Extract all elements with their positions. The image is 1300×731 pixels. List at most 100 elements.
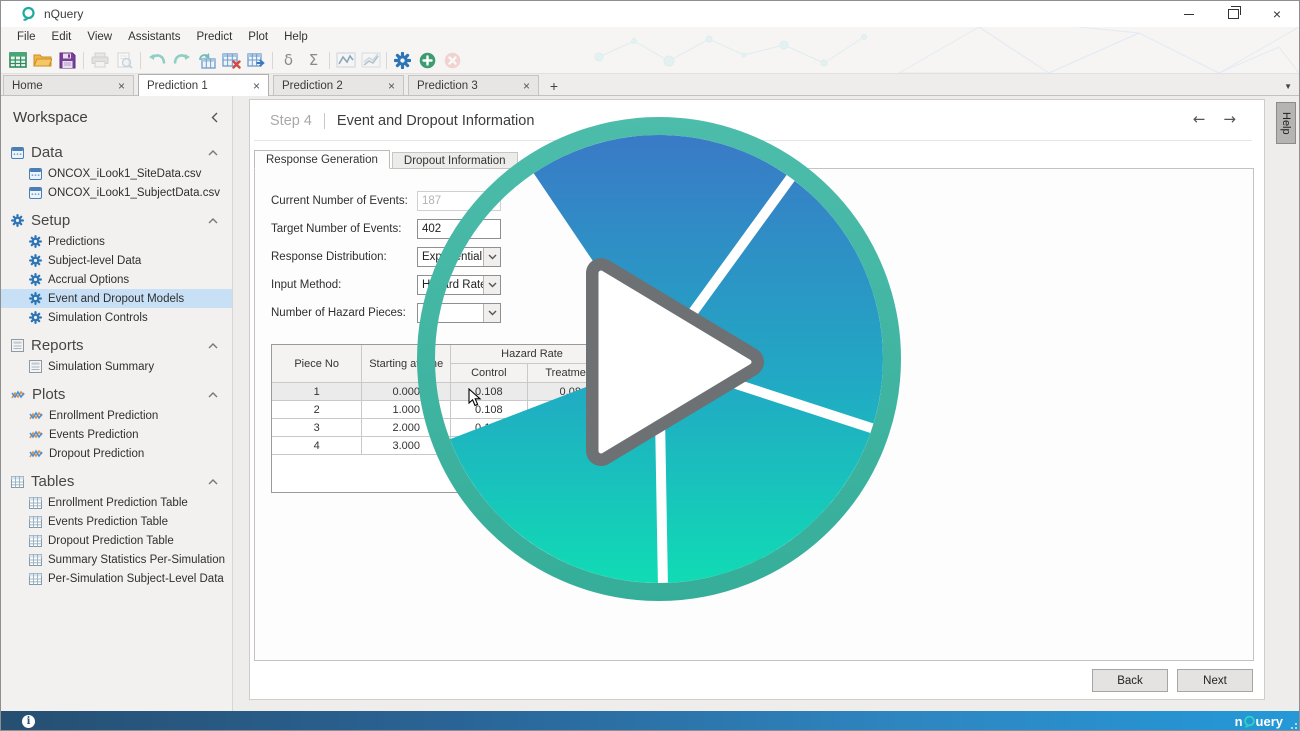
sidebar-item-dropout-prediction-table[interactable]: Dropout Prediction Table	[1, 531, 232, 550]
tab-prediction-2[interactable]: Prediction 2×	[273, 75, 404, 95]
sidebar-item-simulation-controls[interactable]: Simulation Controls	[1, 308, 232, 327]
input-method-select[interactable]: Hazard Rates	[417, 275, 501, 295]
menu-predict[interactable]: Predict	[189, 29, 241, 45]
response-distribution-select[interactable]: Exponential	[417, 247, 501, 267]
window-title: nQuery	[44, 7, 83, 21]
open-file-icon[interactable]	[30, 49, 55, 71]
menu-file[interactable]: File	[9, 29, 44, 45]
delete-table-icon[interactable]	[219, 49, 244, 71]
target-number-of-events-input[interactable]: 402	[417, 219, 501, 239]
sidebar-section-header-reports[interactable]: Reports	[1, 334, 232, 357]
sidebar-item-per-simulation-subject-level-data[interactable]: Per-Simulation Subject-Level Data	[1, 569, 232, 588]
table-cell[interactable]: 2	[272, 401, 362, 419]
sidebar-item-events-prediction-table[interactable]: Events Prediction Table	[1, 512, 232, 531]
tab-close-icon[interactable]: ×	[388, 80, 395, 92]
sidebar-item-event-and-dropout-models[interactable]: Event and Dropout Models	[1, 289, 232, 308]
menu-help[interactable]: Help	[276, 29, 316, 45]
new-table-icon[interactable]	[5, 49, 30, 71]
number-of-hazard-pieces-select[interactable]: 4	[417, 303, 501, 323]
table-cell[interactable]: 0.000	[362, 383, 451, 401]
subtab-dropout-information[interactable]: Dropout Information	[392, 152, 518, 169]
paste-table-icon[interactable]	[194, 49, 219, 71]
table-cell[interactable]: 0.108	[451, 401, 527, 419]
next-button[interactable]: Next	[1177, 669, 1253, 692]
previous-step-arrow-icon[interactable]: ←	[1193, 110, 1206, 128]
chevron-up-icon[interactable]	[208, 343, 218, 349]
close-button[interactable]: ×	[1255, 1, 1299, 27]
sidebar-item-oncox-ilook1-sitedata-csv[interactable]: ONCOX_iLook1_SiteData.csv	[1, 164, 232, 183]
sidebar-item-oncox-ilook1-subjectdata-csv[interactable]: ONCOX_iLook1_SubjectData.csv	[1, 183, 232, 202]
sidebar-section-header-data[interactable]: Data	[1, 141, 232, 164]
resize-grip[interactable]	[1289, 721, 1297, 729]
tab-close-icon[interactable]: ×	[118, 80, 125, 92]
maximize-button[interactable]	[1211, 1, 1255, 27]
table-cell[interactable]: 1.000	[362, 401, 451, 419]
menu-assistants[interactable]: Assistants	[120, 29, 188, 45]
sidebar-item-dropout-prediction[interactable]: Dropout Prediction	[1, 444, 232, 463]
chevron-up-icon[interactable]	[208, 150, 218, 156]
table-cell[interactable]: 4	[272, 437, 362, 455]
menu-edit[interactable]: Edit	[44, 29, 80, 45]
tab-close-icon[interactable]: ×	[253, 80, 260, 92]
add-icon[interactable]	[415, 49, 440, 71]
sidebar-section-header-tables[interactable]: Tables	[1, 470, 232, 493]
table-cell[interactable]: 3	[272, 419, 362, 437]
append-table-icon[interactable]	[244, 49, 269, 71]
delta-icon[interactable]: δ	[276, 49, 301, 71]
collapse-sidebar-icon[interactable]	[211, 112, 218, 123]
undo-icon[interactable]	[144, 49, 169, 71]
tab-prediction-1[interactable]: Prediction 1×	[138, 74, 269, 96]
table-cell[interactable]	[451, 437, 527, 455]
chevron-up-icon[interactable]	[208, 392, 218, 398]
back-button[interactable]: Back	[1092, 669, 1168, 692]
tab-home[interactable]: Home×	[3, 75, 134, 95]
tab-overflow-icon[interactable]: ▼	[1284, 82, 1292, 91]
table-cell[interactable]	[527, 419, 614, 437]
statusbar-logo: n uery	[1235, 714, 1283, 729]
chevron-up-icon[interactable]	[208, 218, 218, 224]
sidebar-item-events-prediction[interactable]: Events Prediction	[1, 425, 232, 444]
help-tab[interactable]: Help	[1276, 102, 1296, 144]
chevron-down-icon[interactable]	[483, 304, 500, 322]
tab-close-icon[interactable]: ×	[523, 80, 530, 92]
table-cell[interactable]	[527, 401, 614, 419]
chevron-down-icon[interactable]	[483, 248, 500, 266]
sidebar-item-summary-statistics-per-simulation[interactable]: Summary Statistics Per-Simulation	[1, 550, 232, 569]
sidebar-section-setup: SetupPredictionsSubject-level DataAccrua…	[1, 209, 232, 327]
table-cell[interactable]: 0.08	[527, 383, 614, 401]
minimize-icon	[1184, 14, 1194, 15]
close-icon: ×	[1273, 7, 1281, 21]
table-cell[interactable]: 0.108	[451, 383, 527, 401]
table-cell[interactable]: 1	[272, 383, 362, 401]
chevron-down-icon[interactable]	[483, 276, 500, 294]
table-cell[interactable]: 2.000	[362, 419, 451, 437]
gear-icon	[29, 235, 42, 248]
minimize-button[interactable]	[1167, 1, 1211, 27]
tab-prediction-3[interactable]: Prediction 3×	[408, 75, 539, 95]
sidebar-item-enrollment-prediction[interactable]: Enrollment Prediction	[1, 406, 232, 425]
sidebar-item-predictions[interactable]: Predictions	[1, 232, 232, 251]
sigma-icon[interactable]: Σ	[301, 49, 326, 71]
menu-view[interactable]: View	[79, 29, 120, 45]
table-cell[interactable]: 0.108	[451, 419, 527, 437]
chevron-up-icon[interactable]	[208, 479, 218, 485]
sidebar-item-enrollment-prediction-table[interactable]: Enrollment Prediction Table	[1, 493, 232, 512]
area-plot-icon[interactable]	[358, 49, 383, 71]
table-cell[interactable]: 3.000	[362, 437, 451, 455]
settings-gear-icon[interactable]	[390, 49, 415, 71]
save-icon[interactable]	[55, 49, 80, 71]
sidebar-section-header-plots[interactable]: Plots	[1, 383, 232, 406]
info-icon[interactable]: i	[22, 715, 35, 728]
main-area: Step 4 Event and Dropout Information ← →…	[233, 96, 1299, 711]
redo-icon[interactable]	[169, 49, 194, 71]
line-plot-icon[interactable]	[333, 49, 358, 71]
subtab-response-generation[interactable]: Response Generation	[254, 150, 390, 169]
next-step-arrow-icon[interactable]: →	[1223, 110, 1236, 128]
new-tab-button[interactable]: +	[543, 76, 565, 95]
sidebar-item-accrual-options[interactable]: Accrual Options	[1, 270, 232, 289]
sidebar-section-header-setup[interactable]: Setup	[1, 209, 232, 232]
sidebar-item-subject-level-data[interactable]: Subject-level Data	[1, 251, 232, 270]
sidebar-item-simulation-summary[interactable]: Simulation Summary	[1, 357, 232, 376]
menu-plot[interactable]: Plot	[240, 29, 276, 45]
table-cell[interactable]	[527, 437, 614, 455]
